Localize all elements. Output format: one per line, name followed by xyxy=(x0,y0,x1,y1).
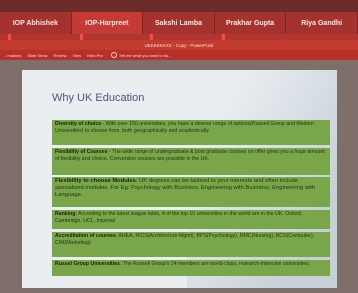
ribbon-tab-slideshow[interactable]: Slide Show xyxy=(27,53,47,58)
ribbon-tab-nitro[interactable]: Nitro Pro xyxy=(87,53,103,58)
card-heading: Ranking xyxy=(55,211,76,217)
card-heading: Accreditation of courses xyxy=(55,233,116,239)
content-card[interactable]: Flexibility of Courses - The wide range … xyxy=(52,148,330,175)
content-card[interactable]: Russel Group Universities: The Russell G… xyxy=(52,260,330,276)
ppt-title-bar: UKKKKKKXX - Copy - PowerPoint xyxy=(0,40,358,50)
ribbon-tab-review[interactable]: Review xyxy=(53,53,66,58)
participant-tab[interactable]: Sakshi Lamba xyxy=(143,12,215,34)
participant-tab[interactable]: Riya Gandhi xyxy=(286,12,358,34)
participant-tab[interactable]: IOP-Harpreet xyxy=(71,12,144,34)
content-card[interactable]: Ranking: According to the latest league … xyxy=(52,210,330,229)
window-title: UKKKKKKXX - Copy - PowerPoint xyxy=(144,42,214,48)
card-heading: Russel Group Universities xyxy=(55,261,120,267)
card-body: : According to the latest league table, … xyxy=(55,211,303,224)
ribbon-tab-animations[interactable]: ...mations xyxy=(4,53,21,58)
tell-me-box[interactable]: Tell me what you want to do... xyxy=(110,52,172,58)
tell-me-text: Tell me what you want to do... xyxy=(118,52,172,58)
content-card[interactable]: Diversity of choice - With over 150 univ… xyxy=(52,120,330,145)
card-body: : The Russell Group's 24 members are wor… xyxy=(119,261,311,267)
card-heading: Flexibility of Courses xyxy=(55,149,108,155)
card-heading: Flexibility to choose Modules xyxy=(55,178,136,184)
participant-tab[interactable]: Prakhar Gupta xyxy=(214,12,287,34)
content-card[interactable]: Accreditation of courses: AHEA, RICS(Arc… xyxy=(52,232,330,257)
participant-tabs: IOP Abhishek IOP-Harpreet Sakshi Lamba P… xyxy=(0,12,358,34)
participant-tab[interactable]: IOP Abhishek xyxy=(0,12,72,34)
ribbon-tab-view[interactable]: View xyxy=(72,53,81,58)
lightbulb-icon xyxy=(110,52,117,58)
content-card[interactable]: Flexibility to choose Modules: UK degree… xyxy=(52,177,330,207)
ppt-ribbon: ...mations Slide Show Review View Nitro … xyxy=(0,50,358,60)
slide-title[interactable]: Why UK Education xyxy=(52,92,144,104)
card-heading: Diversity of choice xyxy=(55,121,102,127)
slide[interactable]: Why UK Education Diversity of choice - W… xyxy=(22,70,337,288)
